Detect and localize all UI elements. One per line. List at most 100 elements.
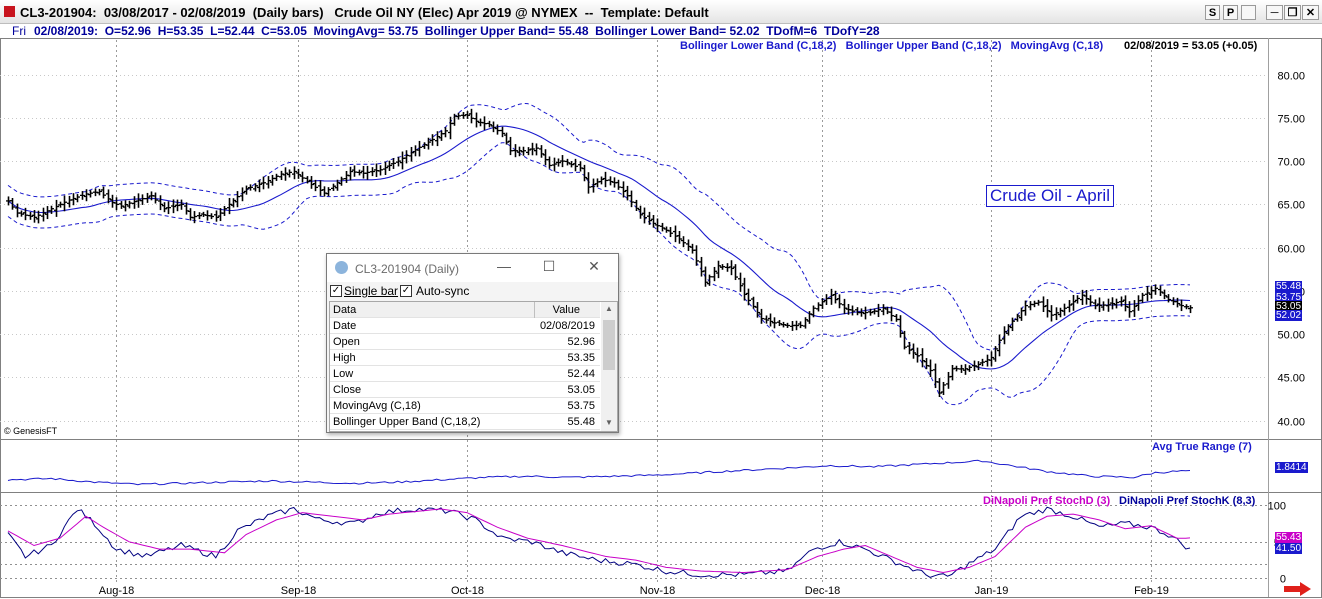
price-bar (227, 197, 232, 215)
price-bar (1071, 294, 1076, 311)
price-bar (720, 264, 725, 270)
price-bar (1028, 301, 1033, 311)
price-bar (1175, 297, 1180, 308)
price-last-legend: 02/08/2019 = 53.05 (+0.05) (1124, 40, 1258, 52)
price-bar (742, 277, 747, 301)
price-bar (409, 146, 414, 162)
price-bar (1145, 286, 1150, 302)
price-bar (833, 290, 838, 304)
price-bar (400, 151, 405, 170)
grid-row: Close 53.05 (330, 382, 600, 398)
y-tick-label: 75.00 (1277, 114, 1305, 126)
row-value: 53.05 (567, 384, 595, 396)
price-bar (881, 304, 886, 316)
price-bar (889, 306, 894, 322)
price-bar (1041, 296, 1046, 313)
price-bar (322, 186, 327, 197)
scroll-up-icon[interactable]: ▲ (601, 304, 617, 313)
price-bar (197, 212, 202, 220)
price-bar (188, 208, 193, 221)
scroll-thumb[interactable] (603, 320, 615, 370)
axes: Aug-18 Sep-18 Oct-18 Nov-18 Dec-18 Jan-19 Feb-… (99, 71, 1305, 598)
price-bar (179, 199, 184, 210)
auto-sync-checkbox[interactable]: ✓ (400, 285, 412, 297)
price-bar (694, 245, 699, 266)
price-bar (816, 302, 821, 312)
price-bar (552, 157, 557, 172)
price-bar (738, 272, 743, 292)
price-bar (469, 108, 474, 124)
price-bar (231, 198, 236, 208)
maximize-icon[interactable]: ☐ (539, 258, 559, 275)
row-value: 55.48 (567, 416, 595, 428)
single-bar-checkbox[interactable]: ✓ (330, 285, 342, 297)
price-bar (560, 155, 565, 168)
data-grid-scrollbar[interactable]: ▲ ▼ (601, 302, 617, 431)
data-window-icon (335, 261, 348, 274)
price-bar (344, 171, 349, 183)
price-bar (1067, 300, 1072, 313)
row-value: 52.96 (567, 336, 595, 348)
price-bar (1123, 295, 1128, 312)
price-bar (794, 320, 799, 331)
data-window-titlebar[interactable]: CL3-201904 (Daily) — ☐ ✕ (327, 254, 618, 282)
price-bar (586, 172, 591, 194)
price-bar (296, 168, 301, 179)
row-key: Open (333, 336, 360, 348)
chart-grid (0, 38, 1322, 598)
price-bar (235, 191, 240, 208)
price-bar (461, 112, 466, 119)
price-bar (318, 180, 323, 196)
price-bar (616, 179, 621, 190)
price-bar (521, 146, 526, 156)
price-bar (209, 213, 214, 220)
stoch-d-line (7, 508, 1191, 574)
price-bar (413, 145, 418, 157)
row-key: Bollinger Upper Band (C,18,2) (333, 416, 481, 428)
price-bar (907, 341, 912, 355)
price-bar (599, 176, 604, 185)
grid-header: Data Value (330, 302, 600, 318)
scroll-right-arrow-icon[interactable] (1284, 582, 1312, 596)
price-bar (1127, 301, 1132, 318)
stoch-tick-label: 100 (1268, 501, 1286, 513)
price-bar (915, 347, 920, 363)
grid-row: Date 02/08/2019 (330, 318, 600, 334)
price-bar (1106, 298, 1111, 312)
price-bar (300, 171, 305, 183)
price-bar (937, 378, 942, 397)
price-bar (132, 196, 137, 209)
price-bar (591, 178, 596, 193)
data-window[interactable]: CL3-201904 (Daily) — ☐ ✕ ✓ Single bar ✓ … (326, 253, 619, 433)
price-bar (959, 364, 964, 373)
data-window-title: CL3-201904 (Daily) (355, 262, 460, 276)
close-icon[interactable]: ✕ (584, 258, 604, 275)
price-bar (539, 145, 544, 158)
price-bar (443, 127, 448, 138)
price-bar (911, 343, 916, 359)
stochk-tag: 41.50 (1275, 543, 1303, 554)
x-tick-label: Dec-18 (805, 585, 840, 597)
data-grid[interactable]: Data Value Date 02/08/2019 Open 52.96 High… (329, 301, 618, 432)
price-bar (313, 179, 318, 192)
price-bar (326, 187, 331, 197)
data-window-options: ✓ Single bar ✓ Auto-sync (327, 283, 618, 299)
price-bar (933, 363, 938, 389)
price-bar (530, 142, 535, 156)
price-bar (837, 294, 842, 309)
minimize-icon[interactable]: — (494, 258, 514, 274)
price-bar (677, 230, 682, 244)
price-bar (1062, 303, 1067, 316)
x-tick-label: Nov-18 (640, 585, 675, 597)
price-bar (54, 199, 59, 217)
chart-annotation[interactable]: Crude Oil - April (986, 185, 1114, 207)
price-bar (638, 205, 643, 219)
scroll-down-icon[interactable]: ▼ (601, 418, 617, 427)
price-bar (690, 243, 695, 254)
x-tick-label: Aug-18 (99, 585, 134, 597)
price-bar (543, 149, 548, 166)
price-chart[interactable]: Aug-18 Sep-18 Oct-18 Nov-18 Dec-18 Jan-19 Feb-… (0, 0, 1322, 599)
lower-band-tag: 52.02 (1275, 310, 1303, 321)
price-bar (1045, 299, 1050, 318)
x-tick-label: Jan-19 (975, 585, 1009, 597)
